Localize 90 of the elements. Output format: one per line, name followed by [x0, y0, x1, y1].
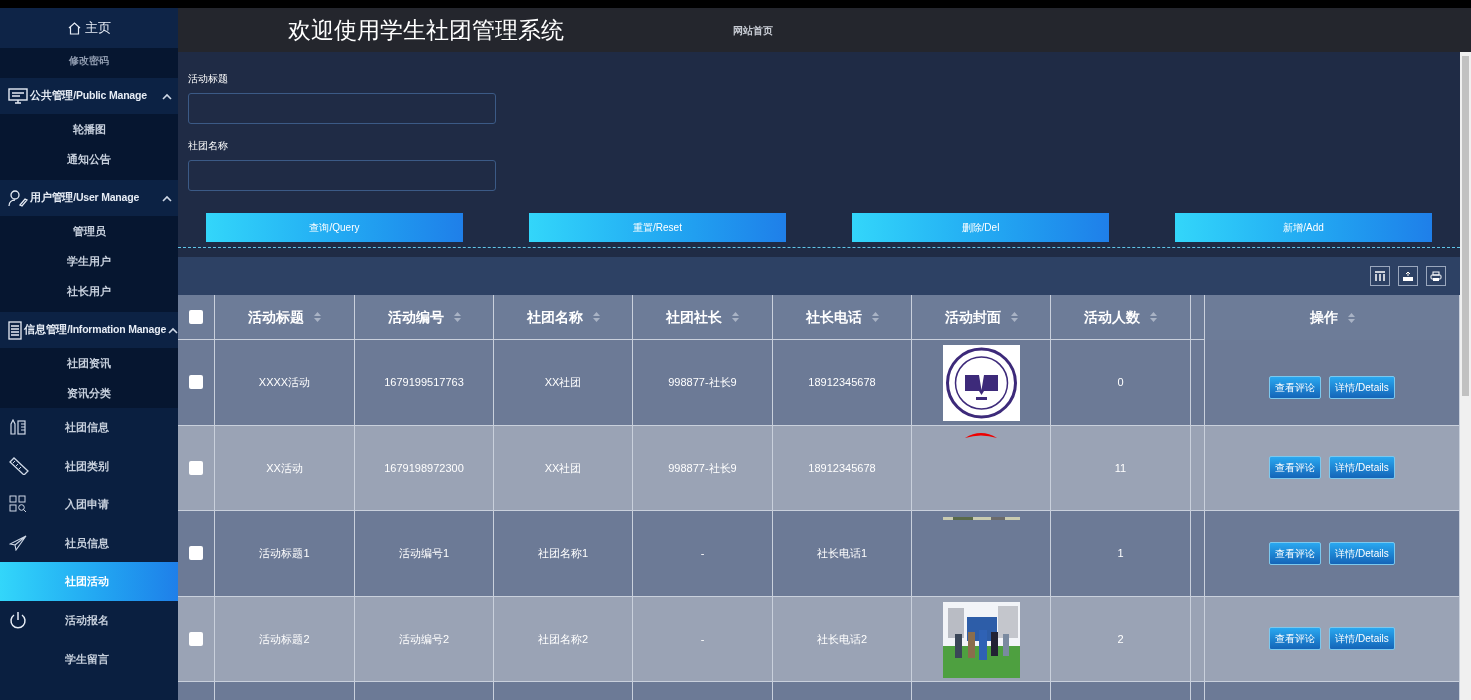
- table-cell-text: -: [700, 546, 705, 561]
- document-icon: [8, 320, 22, 340]
- sidebar-item[interactable]: 通知公告: [67, 150, 111, 168]
- table-cell-text: 社长电话1: [816, 546, 868, 561]
- sort-icon[interactable]: [871, 312, 879, 322]
- sort-icon[interactable]: [1010, 312, 1018, 322]
- table-cell-text: XX社团: [544, 375, 582, 390]
- user-edit-icon: [8, 189, 28, 207]
- details-button[interactable]: 详情/Details: [1329, 541, 1395, 565]
- home-icon: [67, 21, 81, 35]
- sort-icon[interactable]: [1150, 312, 1157, 322]
- details-button[interactable]: 详情/Details: [1329, 456, 1395, 480]
- table-cell-text: 18912345678: [808, 460, 876, 476]
- column-header: 活动标题: [248, 307, 304, 327]
- sort-icon[interactable]: [592, 312, 600, 322]
- table-cell-text: 活动编号2: [398, 631, 450, 647]
- sort-icon[interactable]: [314, 312, 321, 322]
- table-cell-text: 2: [1117, 631, 1124, 647]
- sidebar-group[interactable]: 公共管理/Public Manage: [0, 78, 178, 114]
- scrollbar[interactable]: [1460, 52, 1471, 700]
- home-link[interactable]: 主页: [84, 18, 111, 38]
- table-cell-text: 社团名称2: [537, 631, 589, 647]
- table-cell-text: -: [700, 631, 705, 647]
- view-comments-button[interactable]: 查看评论: [1269, 375, 1322, 399]
- column-header: 操作: [1309, 308, 1338, 327]
- details-button[interactable]: 详情/Details: [1329, 627, 1395, 651]
- checkbox[interactable]: [189, 631, 203, 646]
- input-field[interactable]: [188, 160, 496, 191]
- sidebar-item[interactable]: 社长用户: [67, 282, 111, 300]
- column-header: 社团社长: [666, 307, 722, 327]
- sidebar-group[interactable]: 信息管理/Information Manage: [0, 312, 178, 348]
- export-button[interactable]: [1398, 266, 1418, 286]
- table-cell-text: 活动标题1: [259, 546, 310, 561]
- view-comments-button[interactable]: 查看评论: [1269, 541, 1322, 565]
- sort-icon[interactable]: [732, 312, 739, 322]
- sidebar-group[interactable]: 用户管理/User Manage: [0, 180, 178, 216]
- table-cell-text: 0: [1117, 375, 1124, 390]
- sidebar-item[interactable]: 修改密码: [69, 52, 109, 68]
- monitor-icon: [8, 87, 28, 105]
- table-cell-text: 1: [1117, 546, 1124, 561]
- view-comments-button[interactable]: 查看评论: [1269, 456, 1322, 480]
- pencil-ruler-icon: [9, 419, 27, 436]
- chevron-icon: [162, 194, 172, 202]
- grid-search-icon: [9, 495, 27, 514]
- sidebar-item[interactable]: 管理员: [72, 222, 106, 240]
- table-cell-text: 998877-社长9: [668, 375, 737, 390]
- sidebar-item[interactable]: 轮播图: [72, 120, 106, 138]
- column-header: 活动人数: [1084, 307, 1140, 327]
- paper-plane-icon: [9, 535, 27, 552]
- table-cell-text: XX活动: [266, 460, 303, 476]
- field-label: 活动标题: [188, 72, 229, 86]
- columns-icon: [1374, 270, 1386, 282]
- export-icon: [1402, 270, 1414, 282]
- table-cell-text: 社长电话2: [816, 631, 868, 647]
- sidebar-item[interactable]: 社团资讯: [67, 354, 111, 372]
- table-cell-text: XX社团: [544, 460, 582, 476]
- table-cell-text: 998877-社长9: [668, 460, 737, 476]
- column-header: 社长电话: [805, 307, 862, 327]
- page-title: 欢迎使用学生社团管理系统: [288, 15, 565, 45]
- power-icon: [9, 611, 27, 630]
- sidebar-item[interactable]: 资讯分类: [67, 384, 111, 402]
- chevron-icon: [168, 326, 178, 334]
- view-comments-button[interactable]: 查看评论: [1269, 627, 1322, 651]
- table-cell-text: 活动编号1: [398, 546, 450, 561]
- sidebar-item[interactable]: 学生用户: [67, 252, 111, 270]
- table-cell-text: 活动标题2: [259, 631, 310, 647]
- input-field[interactable]: [188, 93, 496, 124]
- nav-link[interactable]: 网站首页: [733, 22, 773, 38]
- ruler-icon: [9, 456, 29, 475]
- chevron-icon: [162, 92, 172, 100]
- checkbox[interactable]: [189, 310, 203, 324]
- checkbox[interactable]: [189, 546, 203, 561]
- columns-button[interactable]: [1370, 266, 1390, 286]
- table-cell-text: 社团名称1: [537, 546, 589, 561]
- print-icon: [1430, 270, 1442, 282]
- table-cell-text: 11: [1114, 460, 1127, 476]
- field-label: 社团名称: [188, 139, 229, 153]
- column-header: 活动编号: [387, 307, 444, 327]
- table-cell-text: 1679198972300: [384, 460, 464, 476]
- table-cell-text: 18912345678: [808, 375, 876, 390]
- details-button[interactable]: 详情/Details: [1329, 375, 1395, 399]
- table-cell-text: XXXX活动: [258, 375, 311, 390]
- column-header: 活动封面: [944, 307, 1001, 327]
- print-button[interactable]: [1426, 266, 1446, 286]
- checkbox[interactable]: [189, 375, 203, 390]
- table-cell-text: 1679199517763: [384, 375, 464, 390]
- checkbox[interactable]: [189, 460, 203, 475]
- column-header: 社团名称: [526, 307, 583, 327]
- sort-icon[interactable]: [453, 312, 461, 322]
- sort-icon[interactable]: [1347, 312, 1355, 323]
